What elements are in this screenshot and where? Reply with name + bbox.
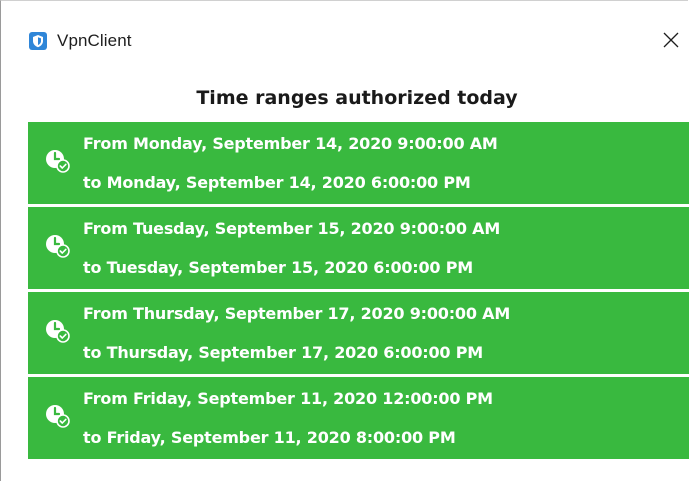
clock-check-icon [45,403,71,429]
clock-check-icon [45,148,71,174]
range-start-text: From Monday, September 14, 2020 9:00:00 … [83,134,498,153]
time-range-list: From Monday, September 14, 2020 9:00:00 … [28,122,689,462]
clock-check-icon [45,233,71,259]
range-end-text: to Friday, September 11, 2020 8:00:00 PM [83,428,456,447]
vpn-client-window: VpnClient Time ranges authorized today F… [0,0,689,481]
clock-check-icon [45,318,71,344]
range-start-text: From Thursday, September 17, 2020 9:00:0… [83,304,511,323]
range-end-text: to Monday, September 14, 2020 6:00:00 PM [83,173,471,192]
title-bar: VpnClient [1,1,688,61]
close-icon [663,32,679,48]
close-button[interactable] [656,25,686,55]
range-start-text: From Tuesday, September 15, 2020 9:00:00… [83,219,501,238]
time-range-item[interactable]: From Thursday, September 17, 2020 9:00:0… [28,292,689,374]
page-title: Time ranges authorized today [196,87,518,109]
time-range-item[interactable]: From Monday, September 14, 2020 9:00:00 … [28,122,689,204]
shield-icon [29,32,47,50]
window-title: VpnClient [57,31,132,50]
range-end-text: to Thursday, September 17, 2020 6:00:00 … [83,343,483,362]
time-range-item[interactable]: From Friday, September 11, 2020 12:00:00… [28,377,689,459]
range-start-text: From Friday, September 11, 2020 12:00:00… [83,389,493,408]
range-end-text: to Tuesday, September 15, 2020 6:00:00 P… [83,258,473,277]
time-range-item[interactable]: From Tuesday, September 15, 2020 9:00:00… [28,207,689,289]
